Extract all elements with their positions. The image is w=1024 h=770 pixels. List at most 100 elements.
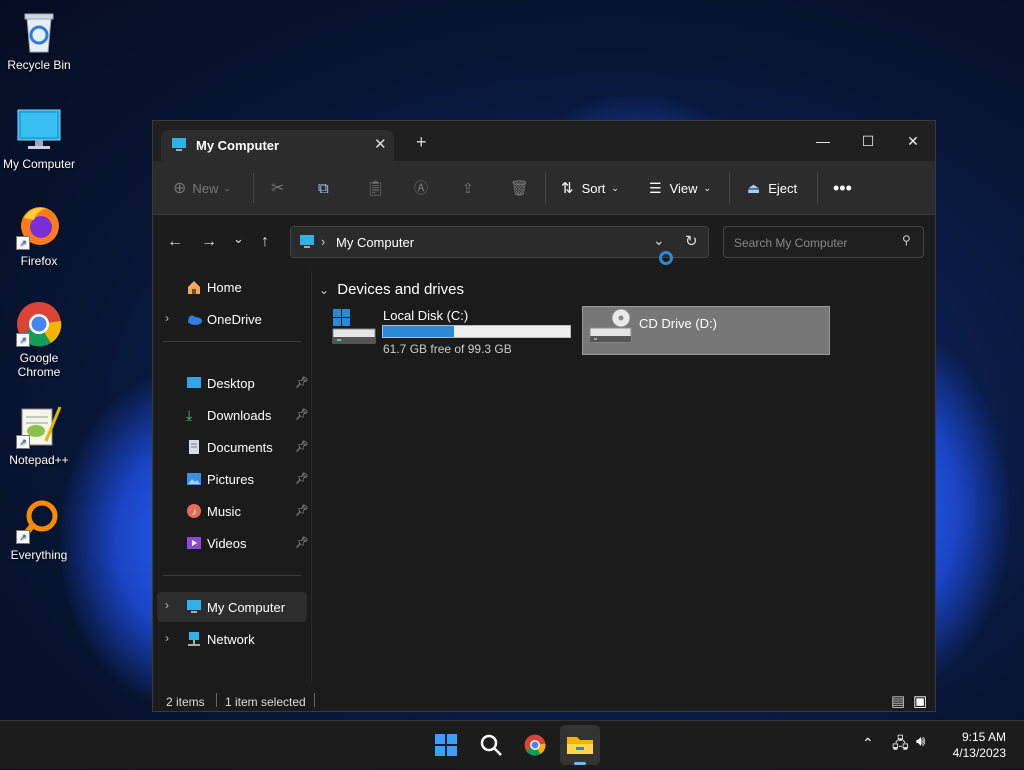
sidebar-item-label: Pictures <box>207 472 254 487</box>
cd-drive-icon <box>589 308 633 353</box>
chevron-right-icon[interactable]: › <box>165 631 169 645</box>
busy-cursor-icon <box>659 251 673 265</box>
toolbar-divider <box>729 173 730 203</box>
tab-my-computer[interactable]: My Computer ✕ <box>161 130 394 161</box>
address-bar[interactable]: › My Computer ⌄ ↻ <box>290 226 709 258</box>
desktop-icon-my-computer[interactable]: My Computer <box>0 107 78 171</box>
more-options-button[interactable]: ••• <box>833 175 852 201</box>
onedrive-cloud-icon <box>186 311 202 327</box>
taskbar-chrome[interactable] <box>519 729 551 761</box>
sidebar-item-videos[interactable]: Videos 📌︎ <box>153 529 311 557</box>
chevron-right-icon[interactable]: › <box>165 598 169 612</box>
notepad-plus-plus-icon: ↗ <box>16 403 62 449</box>
recycle-bin-icon <box>16 8 62 54</box>
view-button[interactable]: ☰ View ⌄ <box>649 175 711 201</box>
pin-icon[interactable]: 📌︎ <box>295 408 309 421</box>
pin-icon[interactable]: 📌︎ <box>295 472 309 485</box>
maximize-button[interactable]: ☐ <box>848 127 888 155</box>
pane-divider[interactable] <box>311 271 312 681</box>
desktop-icon-everything[interactable]: ↗ Everything <box>0 498 78 562</box>
volume-icon[interactable]: 🔊︎ <box>916 733 925 750</box>
sort-icon: ⇅ <box>561 180 574 197</box>
close-window-button[interactable]: ✕ <box>893 127 933 155</box>
sidebar-item-network[interactable]: › Network <box>153 625 311 653</box>
chevron-right-icon[interactable]: › <box>165 311 169 325</box>
copy-button[interactable]: ⧉ <box>318 175 329 201</box>
close-tab-button[interactable]: ✕ <box>374 135 387 153</box>
sidebar-item-label: Network <box>207 632 255 647</box>
paste-button[interactable]: 📋︎ <box>366 175 385 201</box>
pin-icon[interactable]: 📌︎ <box>295 440 309 453</box>
pin-icon[interactable]: 📌︎ <box>295 536 309 549</box>
refresh-button[interactable]: ↻ <box>685 232 698 250</box>
pin-icon[interactable]: 📌︎ <box>295 376 309 389</box>
navigation-pane: Home › OneDrive Desktop 📌︎ ⤓ Downloads 📌… <box>153 271 311 681</box>
system-clock[interactable]: 9:15 AM 4/13/2023 <box>953 729 1006 761</box>
new-tab-button[interactable]: + <box>416 133 427 151</box>
drive-item-c[interactable]: Local Disk (C:) 61.7 GB free of 99.3 GB <box>331 307 576 363</box>
cut-button[interactable]: ✂ <box>271 175 284 201</box>
shortcut-arrow-icon: ↗ <box>16 530 30 544</box>
new-button[interactable]: ⊕ New ⌄ <box>173 175 231 201</box>
item-count: 2 items <box>166 695 205 709</box>
plus-circle-icon: ⊕ <box>173 180 187 197</box>
desktop-icon-label: Everything <box>10 548 68 562</box>
group-header[interactable]: ⌄ Devices and drives <box>319 281 464 298</box>
taskbar-file-explorer[interactable] <box>560 725 600 765</box>
clock-time: 9:15 AM <box>961 730 1006 744</box>
desktop-icon-chrome[interactable]: ↗ Google Chrome <box>0 301 78 379</box>
recent-locations-button[interactable]: ⌄ <box>233 231 244 247</box>
back-button[interactable]: ← <box>167 233 183 251</box>
eject-button[interactable]: ⏏ Eject <box>747 175 797 201</box>
title-bar[interactable]: My Computer ✕ + — ☐ ✕ <box>153 121 935 161</box>
desktop-icon-firefox[interactable]: ↗ Firefox <box>0 204 78 268</box>
start-button[interactable] <box>430 729 462 761</box>
sidebar-item-onedrive[interactable]: › OneDrive <box>153 305 311 333</box>
sidebar-item-downloads[interactable]: ⤓ Downloads 📌︎ <box>153 401 311 429</box>
home-icon <box>186 279 202 295</box>
breadcrumb[interactable]: My Computer <box>336 235 414 250</box>
tiles-view-icon[interactable]: ▣ <box>913 692 927 710</box>
network-status-icon[interactable]: 🖧︎ <box>892 733 909 758</box>
chrome-icon: ↗ <box>16 301 62 347</box>
search-input[interactable] <box>732 233 896 253</box>
search-icon <box>480 734 502 756</box>
eject-icon: ⏏ <box>747 179 761 196</box>
address-dropdown-button[interactable]: ⌄ <box>653 232 665 249</box>
selection-count: 1 item selected <box>225 695 306 709</box>
minimize-button[interactable]: — <box>803 127 843 155</box>
file-explorer-window: My Computer ✕ + — ☐ ✕ ⊕ New ⌄ ✂ ⧉ 📋︎ Ⓐ ⇪… <box>152 120 936 712</box>
sidebar-divider <box>163 341 301 342</box>
drive-item-d[interactable]: CD Drive (D:) <box>582 306 830 355</box>
up-button[interactable]: ↑ <box>261 233 269 251</box>
details-view-icon[interactable]: ▤ <box>891 692 905 710</box>
sidebar-item-pictures[interactable]: Pictures 📌︎ <box>153 465 311 493</box>
search-button[interactable] <box>475 729 507 761</box>
search-icon: ⚲ <box>902 233 911 247</box>
search-box[interactable]: ⚲ <box>723 226 924 258</box>
view-list-icon: ☰ <box>649 179 662 196</box>
sidebar-item-home[interactable]: Home <box>153 273 311 301</box>
breadcrumb-chevron-icon: › <box>321 234 326 249</box>
delete-button[interactable]: 🗑︎ <box>510 175 529 201</box>
share-button[interactable]: ⇪ <box>462 175 474 201</box>
sidebar-item-label: Home <box>207 280 242 295</box>
videos-icon <box>186 535 202 551</box>
sort-button[interactable]: ⇅ Sort ⌄ <box>561 175 619 201</box>
sidebar-item-music[interactable]: ♪ Music 📌︎ <box>153 497 311 525</box>
pin-icon[interactable]: 📌︎ <box>295 504 309 517</box>
show-hidden-icons-button[interactable]: ⌃ <box>862 735 874 752</box>
status-bar: 2 items 1 item selected ▤ ▣ <box>153 681 935 713</box>
clipboard-icon: 📋︎ <box>366 180 386 197</box>
download-icon: ⤓ <box>186 407 193 423</box>
sidebar-item-my-computer[interactable]: › My Computer <box>157 592 307 622</box>
sidebar-item-documents[interactable]: Documents 📌︎ <box>153 433 311 461</box>
sidebar-item-label: Desktop <box>207 376 255 391</box>
sort-label: Sort <box>581 180 606 196</box>
rename-button[interactable]: Ⓐ <box>414 175 428 201</box>
chevron-down-icon: ⌄ <box>319 283 330 297</box>
desktop-icon-notepad-plus-plus[interactable]: ↗ Notepad++ <box>0 403 78 467</box>
desktop-icon-recycle-bin[interactable]: Recycle Bin <box>0 8 78 72</box>
sidebar-item-desktop[interactable]: Desktop 📌︎ <box>153 369 311 397</box>
forward-button[interactable]: → <box>201 233 217 251</box>
